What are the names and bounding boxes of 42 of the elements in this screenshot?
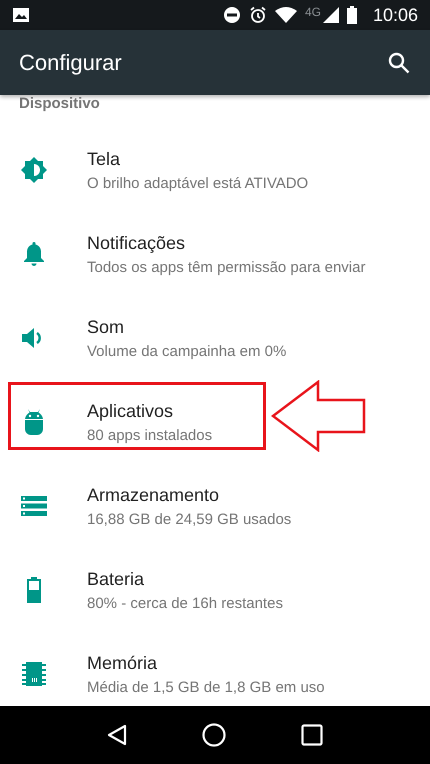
recent-apps-icon[interactable] [300, 724, 323, 746]
home-icon[interactable] [202, 723, 226, 747]
wifi-icon [274, 7, 297, 23]
settings-item[interactable]: Memória Média de 1,5 GB de 1,8 GB em uso [0, 632, 430, 706]
item-title: Memória [87, 652, 158, 674]
item-subtitle: 80 apps instalados [87, 426, 212, 444]
alarm-icon [248, 6, 267, 24]
brightness-icon [20, 157, 46, 183]
item-subtitle: 16,88 GB de 24,59 GB usados [87, 510, 292, 528]
robot-icon [24, 409, 44, 435]
item-title: Som [87, 316, 126, 338]
item-title: Tela [87, 148, 122, 170]
toolbar-title: Configurar [19, 50, 122, 76]
item-title: Bateria [87, 568, 146, 590]
bell-icon [24, 242, 44, 266]
settings-item[interactable]: Armazenamento 16,88 GB de 24,59 GB usados [0, 464, 430, 548]
item-subtitle: Todos os apps têm permissão para enviar [87, 258, 366, 276]
item-subtitle: Média de 1,5 GB de 1,8 GB em uso [87, 678, 325, 696]
clock: 10:06 [372, 4, 418, 26]
settings-item[interactable]: Notificações Todos os apps têm permissão para enviar [0, 212, 430, 296]
item-title: Notificações [87, 232, 186, 254]
do-not-disturb-icon [222, 6, 241, 24]
search-icon[interactable] [388, 52, 410, 74]
item-title: Armazenamento [87, 484, 220, 506]
chip-icon [22, 662, 46, 686]
arrow-icon [271, 380, 367, 452]
section-header: Dispositivo [19, 95, 100, 112]
back-icon[interactable] [107, 724, 128, 746]
settings-item[interactable]: Aplicativos 80 apps instalados [0, 380, 430, 464]
item-subtitle: 80% - cerca de 16h restantes [87, 594, 283, 612]
signal-icon [322, 7, 339, 23]
network-type: 4G [304, 5, 321, 19]
settings-item[interactable]: Bateria 80% - cerca de 16h restantes [0, 548, 430, 632]
settings-item[interactable]: Tela O brilho adaptável está ATIVADO [0, 128, 430, 212]
battery-icon [26, 577, 40, 603]
item-subtitle: O brilho adaptável está ATIVADO [87, 174, 308, 192]
image-icon [13, 8, 29, 22]
item-title: Aplicativos [87, 400, 174, 422]
battery-icon [346, 6, 357, 24]
storage-icon [20, 496, 46, 516]
item-subtitle: Volume da campainha em 0% [87, 342, 286, 360]
settings-item[interactable]: Som Volume da campainha em 0% [0, 296, 430, 380]
